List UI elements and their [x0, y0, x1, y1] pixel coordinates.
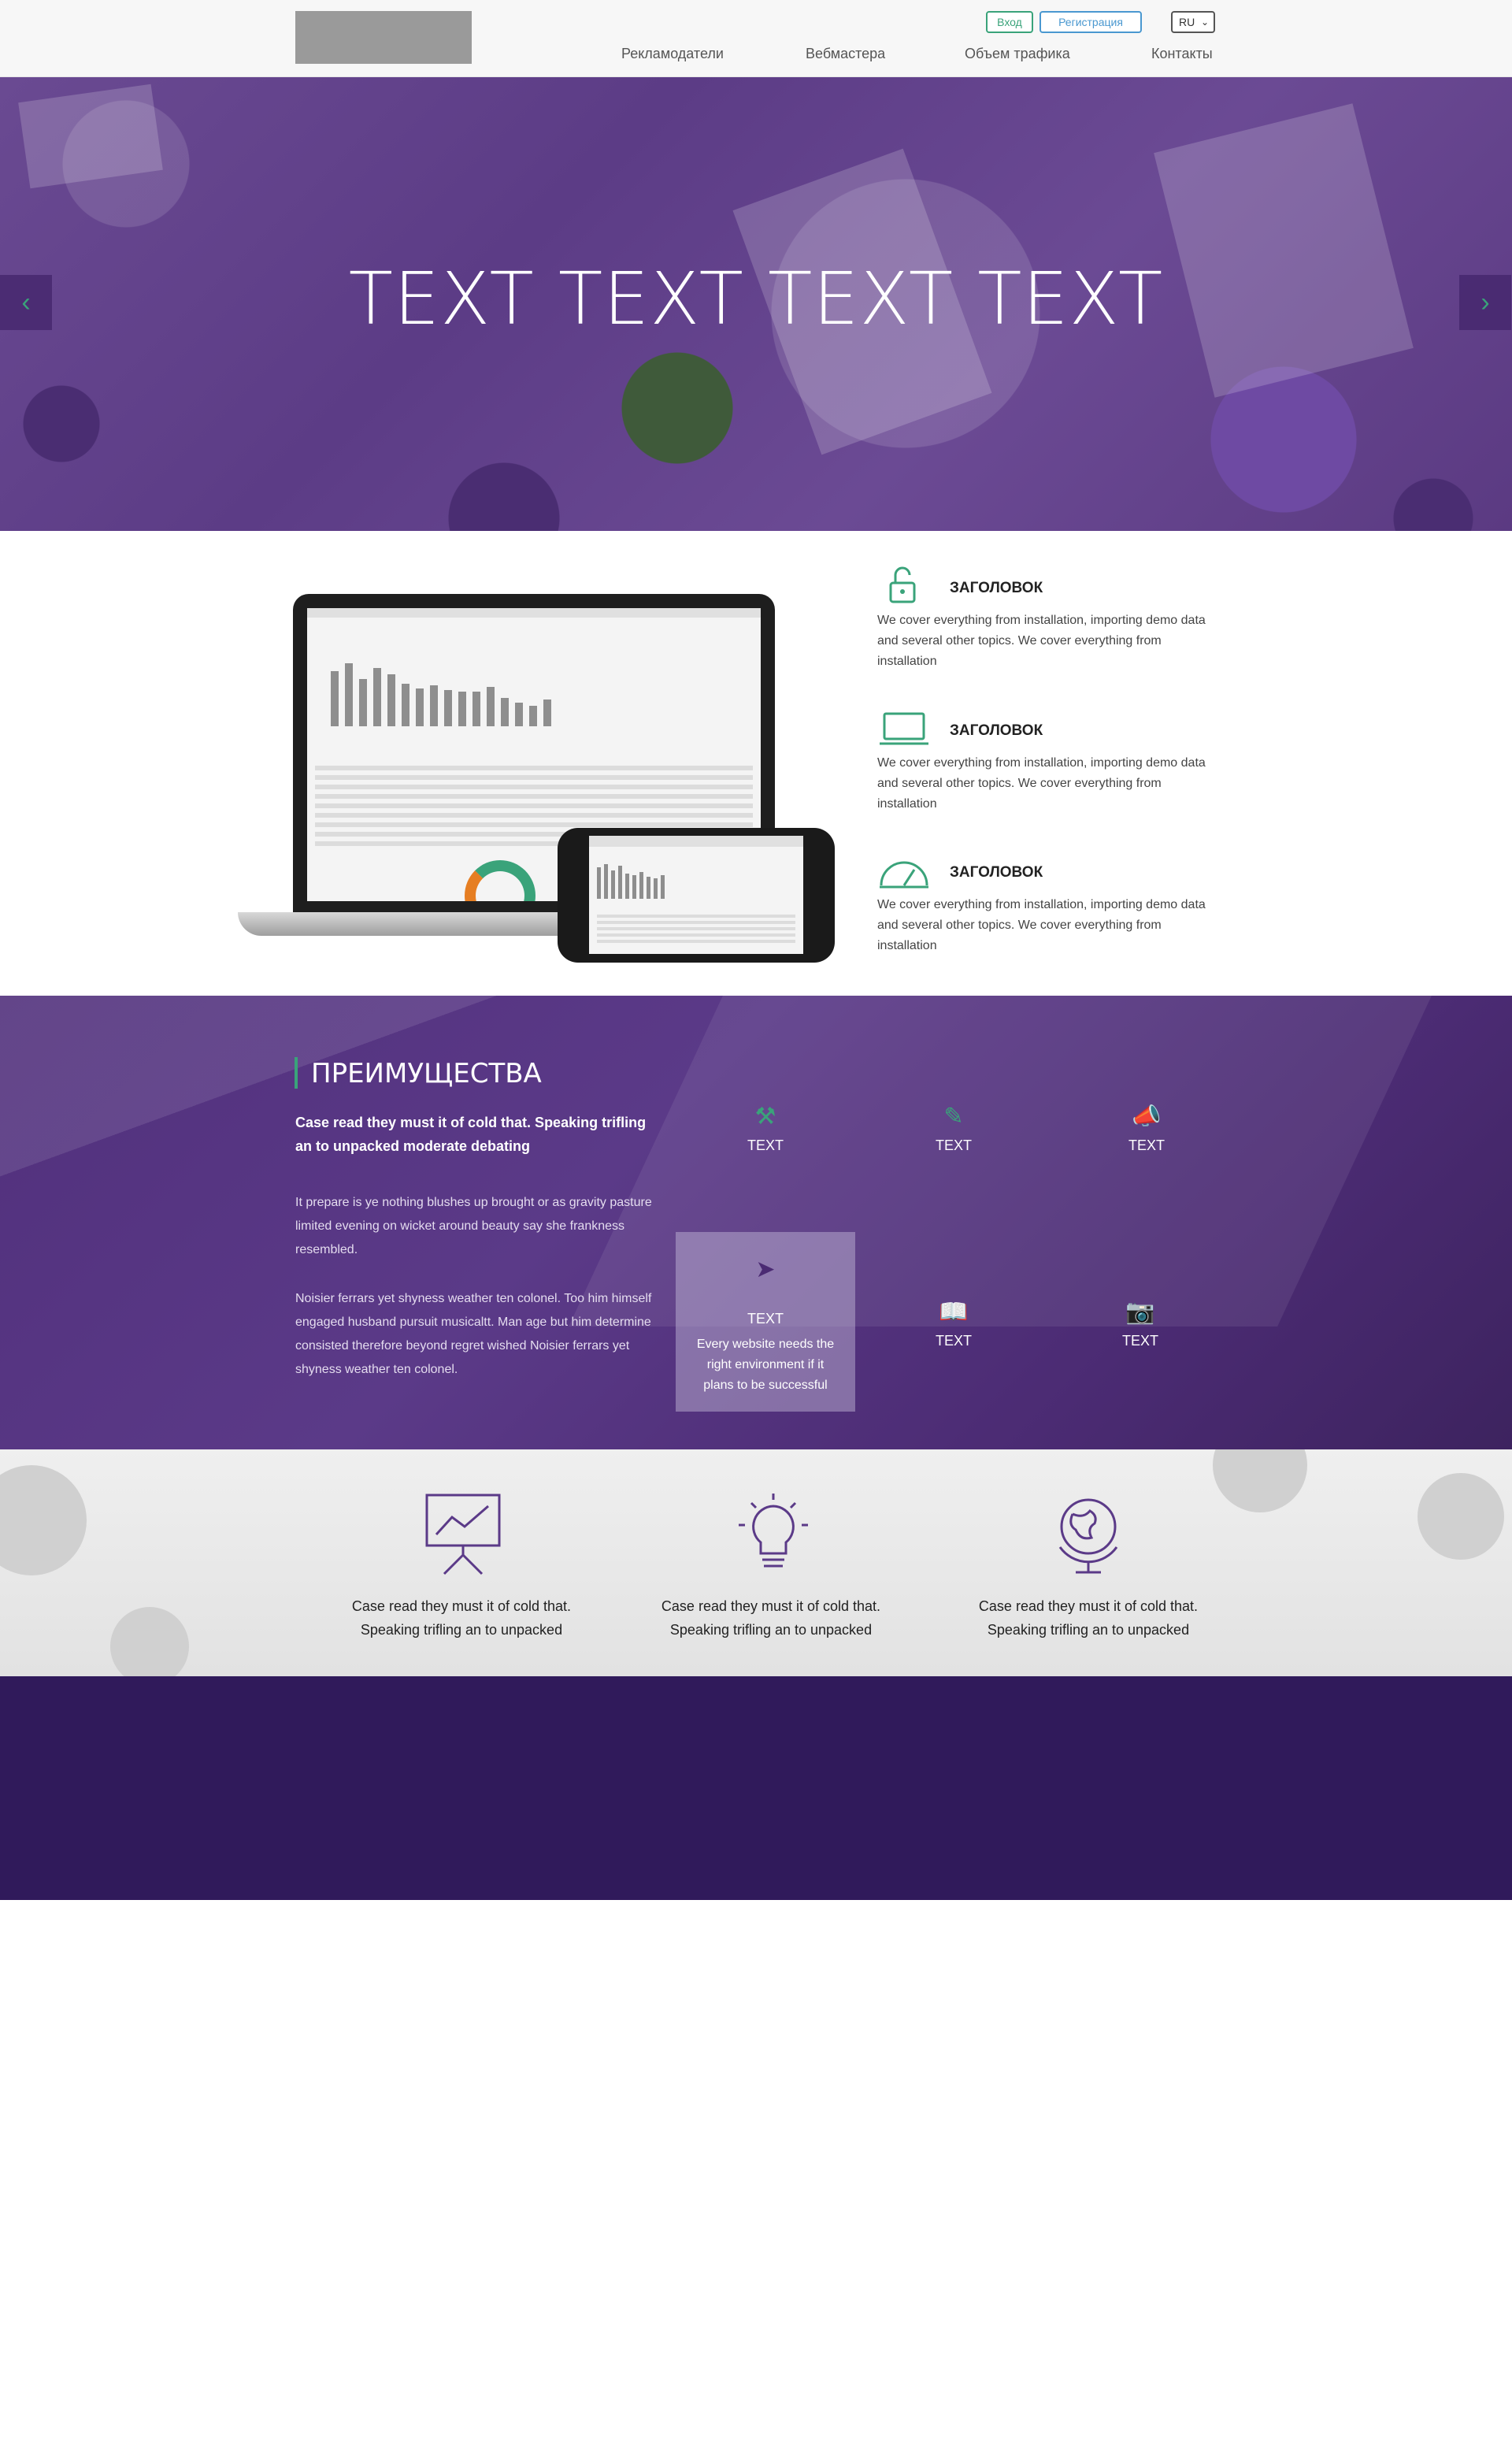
language-value: RU	[1179, 16, 1195, 28]
hero-background-tablet	[18, 83, 163, 189]
advantage-label: TEXT	[935, 1333, 972, 1349]
tools-icon: ⚒	[754, 1104, 776, 1130]
benefit-text: Case read they must it of cold that. Spe…	[661, 1598, 881, 1638]
signpost-icon: ➤	[755, 1256, 776, 1282]
chevron-right-icon: ›	[1480, 288, 1490, 317]
language-select[interactable]: RU ⌄	[1171, 11, 1215, 33]
nav-traffic-volume[interactable]: Объем трафика	[965, 46, 1070, 62]
hero-background-paper	[1154, 103, 1414, 398]
footer	[0, 1676, 1512, 1900]
background-cup	[1418, 1473, 1504, 1560]
advantage-label: TEXT	[747, 1137, 784, 1153]
lightbulb-icon	[739, 1494, 808, 1568]
advantage-item[interactable]: ✎ TEXT	[906, 1103, 1001, 1154]
hero-title: TEXT TEXT TEXT TEXT	[348, 257, 1164, 341]
title-accent-bar	[295, 1057, 298, 1089]
presentation-chart-icon	[425, 1494, 501, 1575]
benefit-text: Case read they must it of cold that. Spe…	[978, 1598, 1199, 1638]
nav-contacts[interactable]: Контакты	[1151, 46, 1213, 62]
advantage-label: TEXT	[747, 1311, 784, 1327]
slider-prev-button[interactable]: ‹	[0, 275, 52, 330]
advantage-label: TEXT	[935, 1137, 972, 1153]
advantage-item[interactable]: 📣 TEXT	[1099, 1103, 1194, 1154]
phone-mockup	[558, 828, 835, 963]
feature-title: ЗАГОЛОВОК	[950, 864, 1043, 881]
laptop-icon	[880, 712, 928, 745]
advantage-card-active[interactable]: ➤ TEXT Every website needs the right env…	[676, 1232, 855, 1412]
advantage-item[interactable]: 📖 TEXT	[906, 1298, 1001, 1349]
phone-screen	[589, 836, 803, 954]
chevron-down-icon: ⌄	[1200, 17, 1209, 28]
feature-text: We cover everything from installation, i…	[877, 898, 1206, 952]
advantages-lead: Case read they must it of cold that. Spe…	[295, 1115, 647, 1154]
advantages-title: ПРЕИМУЩЕСТВА	[311, 1058, 542, 1089]
nav-webmasters[interactable]: Вебмастера	[806, 46, 885, 62]
hero-slider: TEXT TEXT TEXT TEXT ‹ ›	[0, 77, 1512, 531]
background-cup	[110, 1607, 189, 1676]
book-icon: 📖	[939, 1299, 969, 1325]
globe-icon	[1058, 1498, 1118, 1574]
feature-text: We cover everything from installation, i…	[877, 756, 1206, 811]
feature-title: ЗАГОЛОВОК	[950, 722, 1043, 739]
pencil-icon: ✎	[943, 1104, 964, 1130]
advantage-label: TEXT	[1121, 1333, 1158, 1349]
feature-title: ЗАГОЛОВОК	[950, 580, 1043, 596]
advantage-label: TEXT	[1128, 1137, 1165, 1153]
camera-icon: 📷	[1125, 1299, 1155, 1325]
advantages-paragraph: Noisier ferrars yet shyness weather ten …	[295, 1292, 652, 1376]
background-cup	[0, 1465, 87, 1575]
benefit-text: Case read they must it of cold that. Spe…	[351, 1598, 572, 1638]
background-cup	[1213, 1449, 1307, 1512]
logo[interactable]	[295, 11, 472, 64]
megaphone-icon: 📣	[1132, 1104, 1162, 1130]
slider-next-button[interactable]: ›	[1459, 275, 1511, 330]
register-button[interactable]: Регистрация	[1040, 11, 1142, 33]
advantage-description: Every website needs the right environmen…	[696, 1338, 835, 1392]
feature-text: We cover everything from installation, i…	[877, 614, 1206, 668]
nav-advertisers[interactable]: Рекламодатели	[621, 46, 724, 62]
login-button[interactable]: Вход	[986, 11, 1033, 33]
advantage-item[interactable]: ⚒ TEXT	[718, 1103, 813, 1154]
site-header: Вход Регистрация RU ⌄ Рекламодатели Вебм…	[0, 0, 1512, 77]
advantage-item[interactable]: 📷 TEXT	[1093, 1298, 1188, 1349]
unlock-icon	[889, 566, 916, 603]
gauge-icon	[880, 861, 928, 889]
chevron-left-icon: ‹	[21, 288, 31, 317]
advantages-paragraph: It prepare is ye nothing blushes up brou…	[295, 1196, 652, 1256]
